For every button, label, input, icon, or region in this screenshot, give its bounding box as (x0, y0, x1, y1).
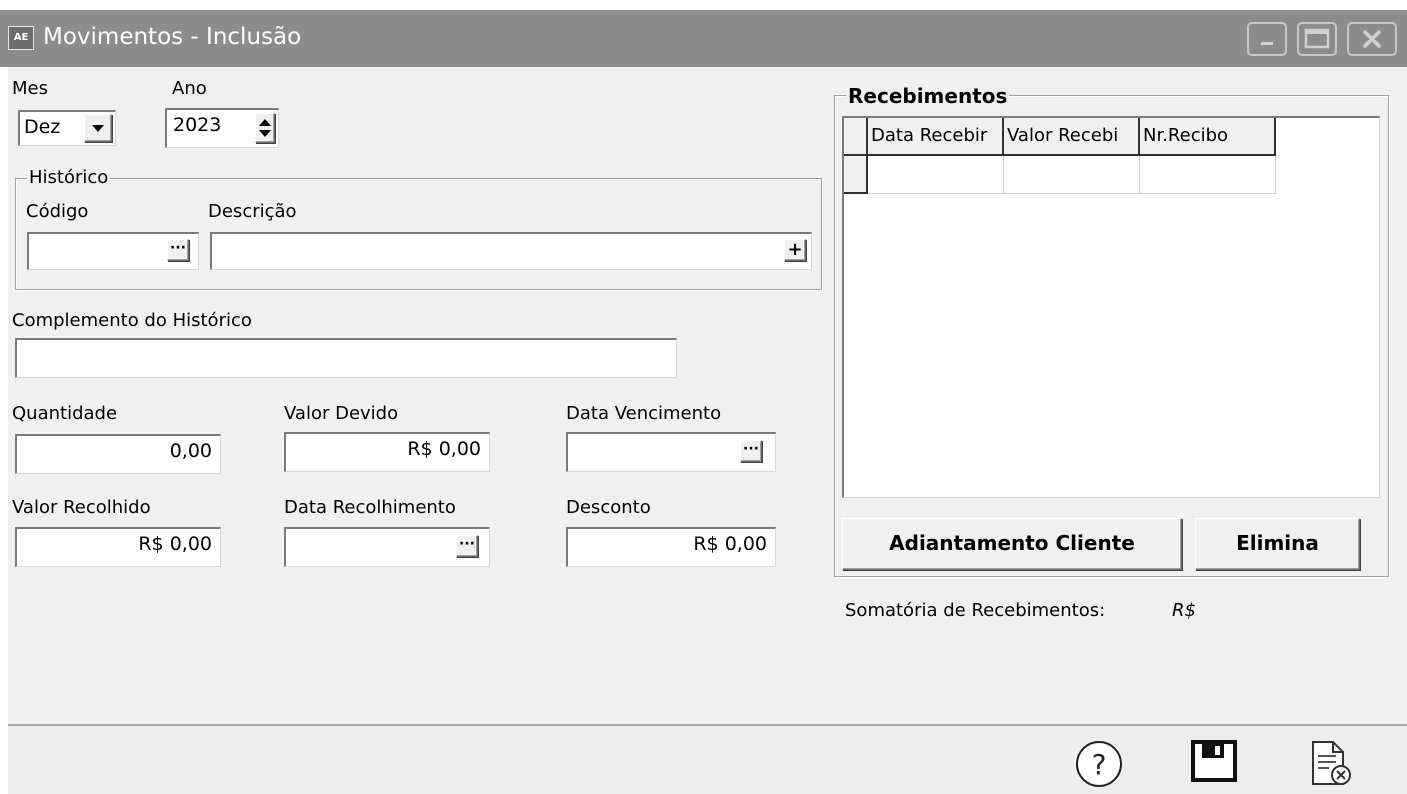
data-vencimento-label: Data Vencimento (566, 403, 722, 424)
spin-arrows-icon (259, 119, 271, 137)
ellipsis-icon: ··· (459, 536, 475, 552)
codigo-label: Código (26, 201, 89, 222)
elimina-button[interactable]: Elimina (1195, 518, 1360, 570)
ellipsis-icon: ··· (170, 240, 186, 256)
complemento-field[interactable] (15, 338, 677, 378)
quantidade-value: 0,00 (169, 440, 212, 462)
historico-group-title: Histórico (27, 167, 111, 188)
data-recolhimento-label: Data Recolhimento (284, 497, 456, 518)
table-cell[interactable] (1004, 156, 1140, 194)
plus-icon: + (787, 239, 803, 260)
valor-devido-label: Valor Devido (284, 403, 399, 424)
desconto-field[interactable]: R$ 0,00 (566, 527, 776, 567)
cancel-button[interactable] (1305, 738, 1357, 790)
mes-label: Mes (12, 78, 48, 99)
somatoria-label: Somatória de Recebimentos: (845, 600, 1106, 621)
close-icon (1362, 29, 1382, 49)
valor-recolhido-value: R$ 0,00 (138, 533, 212, 555)
valor-devido-value: R$ 0,00 (407, 438, 481, 460)
table-cell[interactable] (868, 156, 1004, 194)
recebimentos-group-title: Recebimentos (846, 84, 1010, 108)
column-header-data-recebimento[interactable]: Data Recebir (868, 118, 1004, 156)
save-icon (1191, 740, 1237, 782)
maximize-icon (1304, 28, 1330, 49)
column-header-valor-recebido[interactable]: Valor Recebi (1004, 118, 1140, 156)
ano-label: Ano (172, 78, 207, 99)
somatoria-value: R$ (1172, 600, 1196, 621)
table-cell[interactable] (1140, 156, 1276, 194)
ano-spin-buttons[interactable] (255, 113, 275, 143)
mes-value: Dez (24, 116, 61, 138)
data-vencimento-calendar-button[interactable]: ··· (740, 440, 762, 462)
valor-recolhido-field[interactable]: R$ 0,00 (15, 527, 221, 567)
ellipsis-icon: ··· (743, 441, 759, 457)
descricao-label: Descrição (208, 201, 297, 222)
mes-select[interactable]: Dez (18, 110, 116, 146)
desconto-label: Desconto (566, 497, 651, 518)
recebimentos-grid[interactable]: Data Recebir Valor Recebi Nr.Recibo (842, 116, 1380, 498)
maximize-button[interactable] (1297, 22, 1337, 56)
ano-value: 2023 (173, 114, 222, 136)
help-glyph: ? (1092, 748, 1107, 781)
close-button[interactable] (1347, 22, 1397, 56)
mes-dropdown-button[interactable] (84, 114, 112, 142)
desconto-value: R$ 0,00 (693, 533, 767, 555)
grid-corner (844, 118, 868, 156)
codigo-field[interactable]: ··· (27, 232, 199, 270)
descricao-add-button[interactable]: + (784, 239, 806, 261)
quantidade-label: Quantidade (12, 403, 118, 424)
window-title: Movimentos - Inclusão (43, 24, 302, 50)
ano-spinner[interactable]: 2023 (165, 108, 279, 148)
complemento-label: Complemento do Histórico (12, 310, 252, 331)
valor-recolhido-label: Valor Recolhido (12, 497, 151, 518)
minimize-icon (1261, 42, 1273, 45)
quantidade-field[interactable]: 0,00 (15, 434, 221, 474)
app-icon: AE (8, 26, 34, 50)
row-indicator[interactable] (844, 156, 868, 194)
minimize-button[interactable] (1247, 22, 1287, 56)
adiantamento-cliente-button[interactable]: Adiantamento Cliente (842, 518, 1182, 570)
data-recolhimento-calendar-button[interactable]: ··· (456, 535, 478, 557)
help-button[interactable]: ? (1073, 738, 1125, 790)
column-header-nr-recibo[interactable]: Nr.Recibo (1140, 118, 1276, 156)
data-recolhimento-field[interactable]: ··· (284, 527, 490, 567)
descricao-field[interactable]: + (210, 232, 812, 270)
valor-devido-field[interactable]: R$ 0,00 (284, 432, 490, 472)
codigo-lookup-button[interactable]: ··· (167, 239, 189, 261)
data-vencimento-field[interactable]: ··· (566, 432, 776, 472)
cancel-document-icon (1312, 741, 1351, 785)
help-icon: ? (1076, 741, 1122, 787)
save-button[interactable] (1190, 738, 1242, 790)
chevron-down-icon (92, 125, 104, 132)
